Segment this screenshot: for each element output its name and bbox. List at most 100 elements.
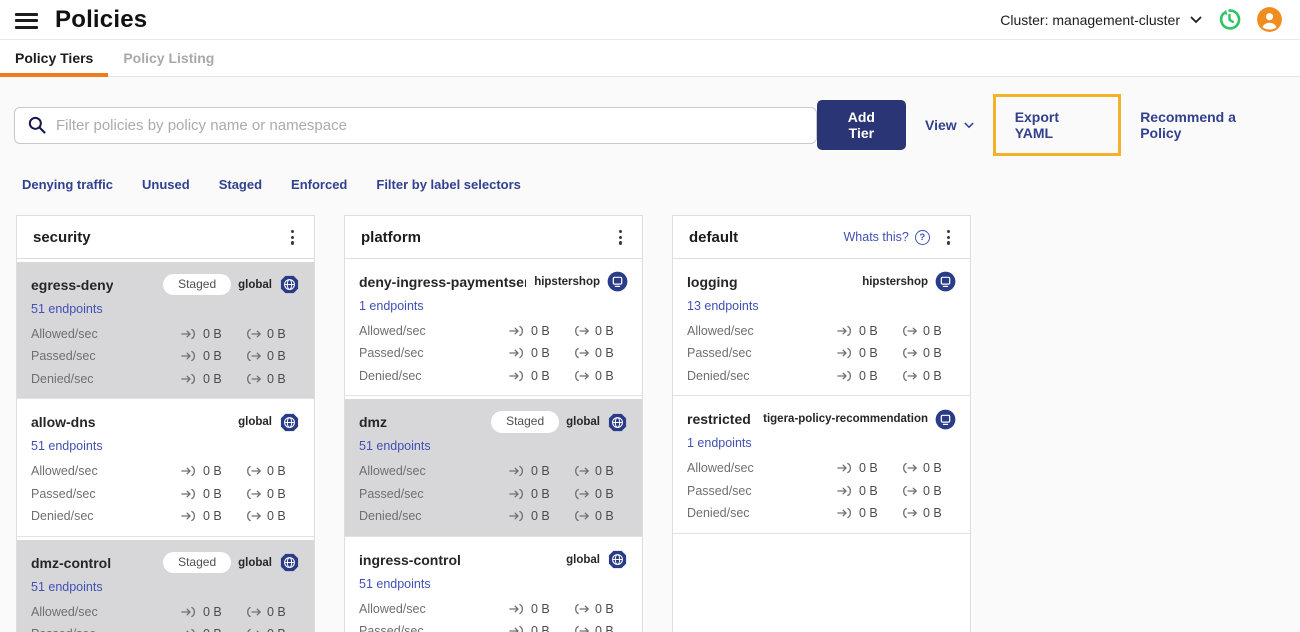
kebab-menu-icon[interactable] — [615, 228, 626, 247]
endpoints-link[interactable]: 13 endpoints — [687, 299, 759, 313]
egress-traffic-icon — [247, 351, 261, 362]
stat-row: Passed/sec 0 B 0 B — [31, 345, 300, 368]
endpoints-link[interactable]: 51 endpoints — [31, 439, 103, 453]
stat-ingress-value: 0 B — [203, 326, 222, 341]
stat-row: Allowed/sec 0 B 0 B — [687, 320, 956, 343]
stat-label: Allowed/sec — [31, 326, 98, 341]
tier-help-link[interactable]: Whats this? ? — [844, 229, 930, 245]
tier-card: security egress-deny Staged global 51 en… — [16, 215, 315, 632]
stat-ingress-value: 0 B — [859, 323, 878, 338]
egress-traffic-icon — [575, 466, 589, 477]
kebab-menu-icon[interactable] — [943, 228, 954, 247]
policy-card[interactable]: dmz-control Staged global 51 endpoints A… — [17, 536, 314, 632]
egress-traffic-icon — [903, 485, 917, 496]
ingress-traffic-icon — [509, 488, 523, 499]
chevron-down-icon — [1190, 16, 1202, 23]
stat-label: Allowed/sec — [31, 604, 98, 619]
egress-traffic-icon — [247, 373, 261, 384]
egress-traffic-icon — [247, 488, 261, 499]
endpoints-link[interactable]: 1 endpoints — [359, 299, 424, 313]
policy-list: deny-ingress-paymentservi... hipstershop… — [345, 258, 642, 632]
namespace-scope-icon — [935, 271, 956, 292]
stat-egress-value: 0 B — [595, 464, 614, 479]
page-title: Policies — [55, 5, 148, 33]
cluster-selector[interactable]: Cluster: management-cluster — [1000, 12, 1202, 28]
stat-row: Allowed/sec 0 B 0 B — [687, 457, 956, 480]
filter-by-label-selectors[interactable]: Filter by label selectors — [376, 177, 521, 192]
policy-stats: Allowed/sec 0 B 0 B Passed/sec — [687, 457, 956, 525]
stat-egress-value: 0 B — [595, 368, 614, 383]
tab-policy-listing[interactable]: Policy Listing — [108, 40, 229, 76]
policy-stats: Allowed/sec 0 B 0 B Passed/sec — [359, 320, 628, 388]
view-dropdown-label: View — [925, 117, 957, 133]
stat-ingress-value: 0 B — [859, 461, 878, 476]
ingress-traffic-icon — [837, 463, 851, 474]
policy-card[interactable]: dmz Staged global 51 endpoints Allowed/s… — [345, 396, 642, 537]
policy-name: dmz — [359, 414, 387, 431]
ingress-traffic-icon — [509, 370, 523, 381]
recommend-policy-button[interactable]: Recommend a Policy — [1140, 109, 1278, 141]
endpoints-link[interactable]: 51 endpoints — [359, 577, 431, 591]
search-box[interactable] — [14, 106, 817, 144]
stat-row: Denied/sec 0 B 0 B — [359, 505, 628, 528]
ingress-traffic-icon — [837, 325, 851, 336]
history-icon[interactable] — [1216, 7, 1242, 33]
policy-card[interactable]: egress-deny Staged global 51 endpoints A… — [17, 258, 314, 400]
hamburger-menu-icon[interactable] — [15, 12, 38, 29]
stat-row: Passed/sec 0 B 0 B — [359, 620, 628, 632]
filter-denying-traffic[interactable]: Denying traffic — [22, 177, 113, 192]
endpoints-link[interactable]: 51 endpoints — [31, 580, 103, 594]
ingress-traffic-icon — [509, 325, 523, 336]
stat-egress-value: 0 B — [923, 483, 942, 498]
global-scope-icon — [607, 412, 628, 433]
stat-row: Passed/sec 0 B 0 B — [687, 480, 956, 503]
egress-traffic-icon — [575, 488, 589, 499]
endpoints-link[interactable]: 1 endpoints — [687, 436, 752, 450]
stat-ingress-value: 0 B — [203, 371, 222, 386]
stat-egress-value: 0 B — [267, 349, 286, 364]
user-avatar[interactable] — [1256, 7, 1282, 33]
view-dropdown[interactable]: View — [925, 117, 974, 133]
add-tier-button[interactable]: Add Tier — [816, 100, 907, 150]
cluster-selector-label: Cluster: management-cluster — [1000, 11, 1180, 28]
filter-unused[interactable]: Unused — [142, 177, 190, 192]
stat-ingress-value: 0 B — [859, 368, 878, 383]
ingress-traffic-icon — [509, 511, 523, 522]
stat-label: Passed/sec — [31, 486, 96, 501]
stat-label: Allowed/sec — [31, 464, 98, 479]
policy-card[interactable]: logging hipstershop 13 endpoints Allowed… — [673, 258, 970, 397]
filter-staged[interactable]: Staged — [219, 177, 262, 192]
egress-traffic-icon — [247, 606, 261, 617]
policy-scope-label: global — [238, 416, 272, 429]
endpoints-link[interactable]: 51 endpoints — [359, 439, 431, 453]
stat-label: Passed/sec — [31, 627, 96, 632]
tier-name: default — [689, 228, 739, 246]
stat-ingress-value: 0 B — [859, 506, 878, 521]
question-circle-icon: ? — [914, 229, 930, 245]
policy-card[interactable]: deny-ingress-paymentservi... hipstershop… — [345, 258, 642, 397]
tab-policy-tiers[interactable]: Policy Tiers — [0, 40, 109, 77]
filter-enforced[interactable]: Enforced — [291, 177, 347, 192]
ingress-traffic-icon — [181, 606, 195, 617]
policy-card[interactable]: ingress-control global 51 endpoints Allo… — [345, 536, 642, 632]
endpoints-link[interactable]: 51 endpoints — [31, 302, 103, 316]
stat-ingress-value: 0 B — [203, 464, 222, 479]
global-scope-icon — [279, 412, 300, 433]
policy-card[interactable]: restricted tigera-policy-recommendation … — [673, 396, 970, 534]
tier-name: platform — [361, 228, 421, 246]
export-yaml-button[interactable]: Export YAML — [1015, 109, 1100, 141]
policy-card[interactable]: allow-dns global 51 endpoints Allowed/se… — [17, 399, 314, 537]
kebab-menu-icon[interactable] — [287, 228, 298, 247]
stat-row: Allowed/sec 0 B 0 B — [31, 460, 300, 483]
policy-scope-label: global — [238, 278, 272, 291]
egress-traffic-icon — [575, 325, 589, 336]
policy-stats: Allowed/sec 0 B 0 B Passed/sec — [31, 460, 300, 528]
egress-traffic-icon — [575, 603, 589, 614]
stat-row: Passed/sec 0 B 0 B — [31, 623, 300, 632]
egress-traffic-icon — [575, 626, 589, 632]
stat-egress-value: 0 B — [595, 601, 614, 616]
stat-label: Passed/sec — [359, 486, 424, 501]
stat-egress-value: 0 B — [923, 346, 942, 361]
export-yaml-highlight: Export YAML — [992, 94, 1122, 156]
policy-filter-input[interactable] — [56, 116, 804, 134]
